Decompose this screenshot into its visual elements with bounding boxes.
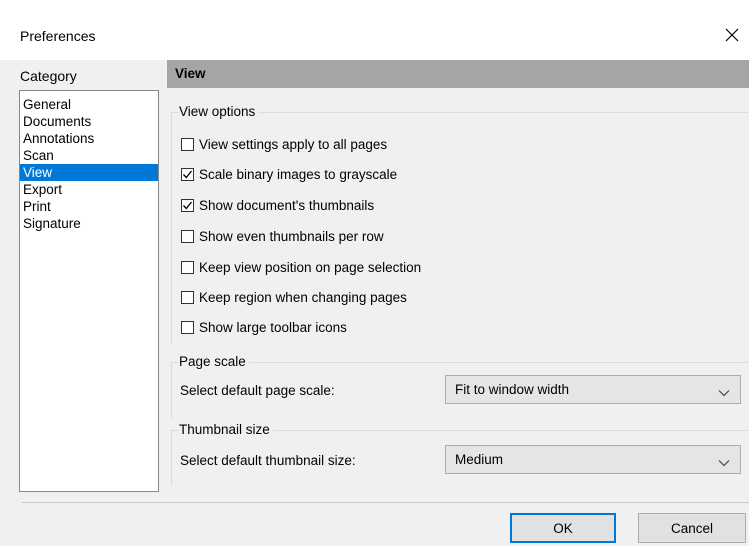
page-scale-field-label: Select default page scale: (180, 383, 335, 398)
checkbox-even-thumbnails[interactable]: Show even thumbnails per row (181, 226, 384, 246)
category-item-scan[interactable]: Scan (20, 147, 158, 164)
group-border (171, 430, 172, 486)
checkbox-scale-binary-grayscale[interactable]: Scale binary images to grayscale (181, 164, 397, 184)
checkbox-view-settings-all-pages[interactable]: View settings apply to all pages (181, 134, 387, 154)
category-label: Category (20, 68, 77, 84)
checkbox-label: Keep region when changing pages (199, 289, 407, 305)
page-scale-select[interactable]: Fit to window width (445, 375, 741, 404)
category-item-annotations[interactable]: Annotations (20, 130, 158, 147)
close-icon (725, 28, 739, 45)
thumbnail-size-label: Thumbnail size (179, 422, 273, 437)
checkbox-label: Show document's thumbnails (199, 197, 375, 213)
thumbnail-size-select[interactable]: Medium (445, 445, 741, 474)
checkbox-box[interactable] (181, 290, 194, 304)
category-item-export[interactable]: Export (20, 181, 158, 198)
page-scale-label: Page scale (179, 354, 249, 369)
thumbnail-size-field-label: Select default thumbnail size: (180, 453, 356, 468)
checkmark-icon (183, 201, 193, 209)
ok-button[interactable]: OK (510, 513, 616, 543)
checkmark-icon (183, 170, 193, 178)
panel-title: View (175, 66, 206, 81)
title-bar: Preferences (0, 0, 749, 60)
checkbox-label: Show even thumbnails per row (199, 228, 384, 244)
window-title: Preferences (20, 28, 96, 44)
checkbox-box[interactable] (181, 260, 194, 274)
thumbnail-size-value: Medium (455, 452, 504, 467)
checkbox-label: Show large toolbar icons (199, 319, 347, 335)
close-button[interactable] (715, 18, 749, 54)
group-border (171, 362, 172, 418)
category-item-general[interactable]: General (20, 96, 158, 113)
footer-divider (22, 502, 749, 503)
checkbox-label: View settings apply to all pages (199, 136, 388, 152)
checkbox-label: Scale binary images to grayscale (199, 166, 398, 182)
checkbox-label: Keep view position on page selection (199, 259, 422, 275)
chevron-down-icon (718, 455, 730, 470)
chevron-down-icon (718, 385, 730, 400)
page-scale-value: Fit to window width (455, 382, 570, 397)
category-list[interactable]: General Documents Annotations Scan View … (19, 90, 159, 492)
checkbox-keep-region[interactable]: Keep region when changing pages (181, 287, 407, 307)
category-item-view[interactable]: View (20, 164, 158, 181)
checkbox-box[interactable] (181, 229, 194, 243)
checkbox-box[interactable] (181, 320, 194, 334)
checkbox-box[interactable] (181, 137, 194, 151)
cancel-button[interactable]: Cancel (638, 513, 746, 543)
category-item-signature[interactable]: Signature (20, 215, 158, 232)
category-item-print[interactable]: Print (20, 198, 158, 215)
group-border (171, 362, 749, 363)
checkbox-box[interactable] (181, 198, 194, 212)
checkbox-large-toolbar-icons[interactable]: Show large toolbar icons (181, 317, 347, 337)
view-options-label: View options (179, 104, 259, 119)
category-item-documents[interactable]: Documents (20, 113, 158, 130)
panel-header: View (167, 60, 749, 88)
checkbox-show-thumbnails[interactable]: Show document's thumbnails (181, 195, 374, 215)
group-border (171, 112, 172, 344)
checkbox-box[interactable] (181, 167, 194, 181)
checkbox-keep-view-position[interactable]: Keep view position on page selection (181, 257, 421, 277)
